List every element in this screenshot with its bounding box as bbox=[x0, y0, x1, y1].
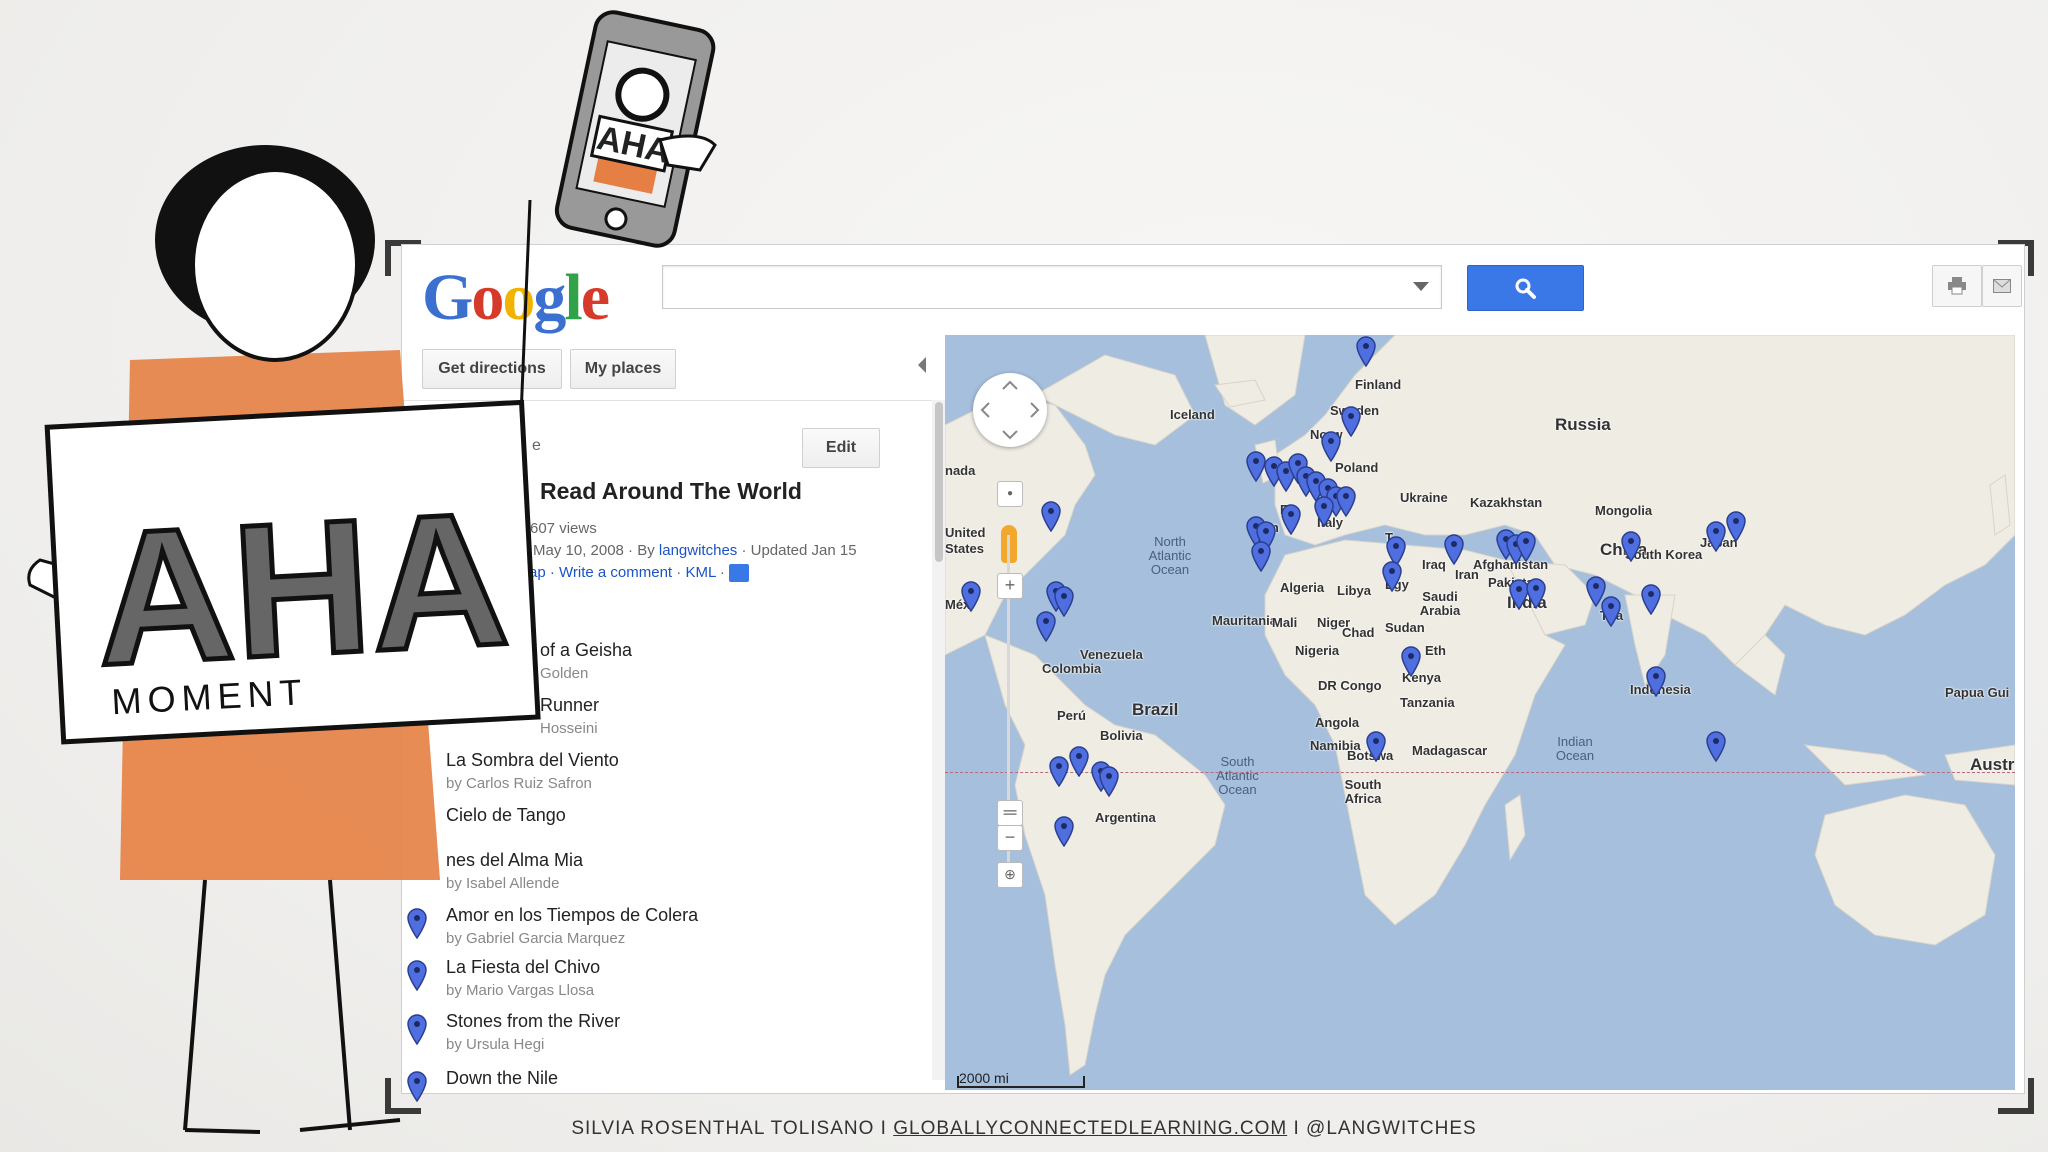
map-label-sudan: Sudan bbox=[1385, 620, 1425, 635]
map-marker-pin-icon[interactable] bbox=[1705, 730, 1727, 763]
zoom-in-button[interactable]: + bbox=[997, 573, 1023, 599]
map-label-colombia: Colombia bbox=[1042, 661, 1102, 676]
map-label-bolivia: Bolivia bbox=[1100, 728, 1143, 743]
scale-label: 2000 mi bbox=[959, 1070, 1009, 1086]
map-label-poland: Poland bbox=[1335, 460, 1379, 475]
map-marker-pin-icon[interactable] bbox=[1335, 485, 1357, 518]
map-marker-pin-icon[interactable] bbox=[1620, 530, 1642, 563]
collapse-panel-icon[interactable] bbox=[918, 357, 926, 373]
right-leg bbox=[328, 879, 352, 1131]
ocean-label-south-atlantic: South Atlantic Ocean bbox=[1216, 754, 1259, 797]
map-marker-pin-icon[interactable] bbox=[1725, 510, 1747, 543]
map-label-saudi: Saudi Arabia bbox=[1419, 589, 1461, 618]
map-label-mali: Mali bbox=[1272, 615, 1298, 630]
map-label-venezuela: Venezuela bbox=[1080, 647, 1143, 662]
map-canvas[interactable]: FinlandIcelandSwedenNorwRussianadaUnited… bbox=[945, 335, 2015, 1090]
right-hand bbox=[658, 134, 717, 172]
ocean-label-north-atlantic: North Atlantic Ocean bbox=[1148, 534, 1192, 577]
map-label-russia: Russia bbox=[1555, 415, 1611, 434]
map-marker-pin-icon[interactable] bbox=[1035, 610, 1057, 643]
author-name: SILVIA ROSENTHAL TOLISANO bbox=[571, 1118, 875, 1139]
left-leg bbox=[183, 879, 207, 1131]
twitter-handle[interactable]: @LANGWITCHES bbox=[1306, 1118, 1477, 1139]
separator: I bbox=[874, 1118, 894, 1139]
map-marker-pin-icon[interactable] bbox=[1443, 533, 1465, 566]
map-label-kazakhstan: Kazakhstan bbox=[1470, 495, 1543, 510]
map-marker-pin-icon[interactable] bbox=[1515, 530, 1537, 563]
panel-scrollbar[interactable] bbox=[932, 400, 946, 1080]
map-label-tanzania: Tanzania bbox=[1400, 695, 1455, 710]
map-label-mongolia: Mongolia bbox=[1595, 503, 1653, 518]
map-marker-pin-icon[interactable] bbox=[1320, 430, 1342, 463]
map-marker-pin-icon[interactable] bbox=[1645, 665, 1667, 698]
face-shape bbox=[191, 168, 359, 362]
map-label-angola: Angola bbox=[1315, 715, 1360, 730]
map-label-mauritania: Mauritania bbox=[1212, 613, 1278, 628]
map-label-united-states: United States bbox=[945, 525, 986, 556]
scroll-thumb[interactable] bbox=[935, 402, 943, 562]
map-marker-pin-icon[interactable] bbox=[1313, 495, 1335, 528]
search-icon bbox=[1515, 278, 1536, 299]
map-label-australia: Australia bbox=[1970, 755, 2015, 774]
chevron-down-icon[interactable] bbox=[1413, 282, 1429, 291]
separator: I bbox=[1287, 1118, 1307, 1139]
map-marker-pin-icon[interactable] bbox=[1400, 645, 1422, 678]
map-marker-pin-icon[interactable] bbox=[1525, 577, 1547, 610]
map-marker-pin-icon[interactable] bbox=[1640, 583, 1662, 616]
map-label-nigeria: Nigeria bbox=[1295, 643, 1340, 658]
pan-control[interactable] bbox=[973, 373, 1047, 447]
map-label-algeria: Algeria bbox=[1280, 580, 1325, 595]
map-marker-pin-icon[interactable] bbox=[1068, 745, 1090, 778]
zoom-out-button[interactable]: − bbox=[997, 825, 1023, 851]
map-marker-pin-icon[interactable] bbox=[1250, 540, 1272, 573]
map-label-madagascar: Madagascar bbox=[1412, 743, 1488, 758]
map-label-ethiopia: Eth bbox=[1425, 643, 1446, 658]
map-marker-pin-icon[interactable] bbox=[1048, 755, 1070, 788]
search-button[interactable] bbox=[1467, 265, 1584, 311]
map-marker-pin-icon[interactable] bbox=[1040, 500, 1062, 533]
map-label-ukraine: Ukraine bbox=[1400, 490, 1448, 505]
website-link[interactable]: GLOBALLYCONNECTEDLEARNING.COM bbox=[893, 1118, 1287, 1139]
map-marker-pin-icon[interactable] bbox=[1355, 335, 1377, 368]
attribution-footer: SILVIA ROSENTHAL TOLISANO I GLOBALLYCONN… bbox=[0, 1118, 2048, 1140]
edit-button[interactable]: Edit bbox=[802, 428, 880, 468]
map-marker-pin-icon[interactable] bbox=[1365, 730, 1387, 763]
map-landmasses bbox=[945, 335, 2015, 1076]
map-marker-pin-icon[interactable] bbox=[1053, 815, 1075, 848]
my-location-button[interactable]: ● bbox=[997, 481, 1023, 507]
map-label-brazil: Brazil bbox=[1132, 700, 1179, 719]
envelope-icon bbox=[1993, 279, 2011, 293]
pan-arrows-icon bbox=[980, 380, 1040, 440]
map-label-chad: Chad bbox=[1342, 625, 1375, 640]
aha-sign: AHA MOMENT bbox=[44, 399, 541, 745]
map-label-papua: Papua Gui bbox=[1945, 685, 2010, 700]
map-marker-pin-icon[interactable] bbox=[1600, 595, 1622, 628]
map-label-drc: DR Congo bbox=[1318, 678, 1382, 693]
map-marker-pin-icon[interactable] bbox=[1705, 520, 1727, 553]
map-label-iceland: Iceland bbox=[1170, 407, 1215, 422]
print-button[interactable] bbox=[1932, 265, 1982, 307]
ocean-label-indian: Indian Ocean bbox=[1555, 734, 1595, 763]
map-label-peru: Perú bbox=[1057, 708, 1086, 723]
map-marker-pin-icon[interactable] bbox=[1340, 405, 1362, 438]
map-label-libya: Libya bbox=[1337, 583, 1371, 598]
zoom-slider-handle[interactable]: ═ bbox=[997, 800, 1023, 826]
map-marker-pin-icon[interactable] bbox=[960, 580, 982, 613]
map-label-finland: Finland bbox=[1355, 377, 1402, 392]
aha-moment-illustration: AHA AHA MOMENT bbox=[27, 10, 717, 1134]
map-label-argentina: Argentina bbox=[1095, 810, 1156, 825]
email-button[interactable] bbox=[1982, 265, 2022, 307]
map-marker-pin-icon[interactable] bbox=[1098, 765, 1120, 798]
map-marker-pin-icon[interactable] bbox=[1280, 503, 1302, 536]
map-label-south-africa: South Africa bbox=[1344, 777, 1382, 806]
zoom-area-button[interactable]: ⊕ bbox=[997, 862, 1023, 888]
printer-icon bbox=[1948, 277, 1966, 295]
map-marker-pin-icon[interactable] bbox=[1381, 560, 1403, 593]
map-label-canada: nada bbox=[945, 463, 976, 478]
